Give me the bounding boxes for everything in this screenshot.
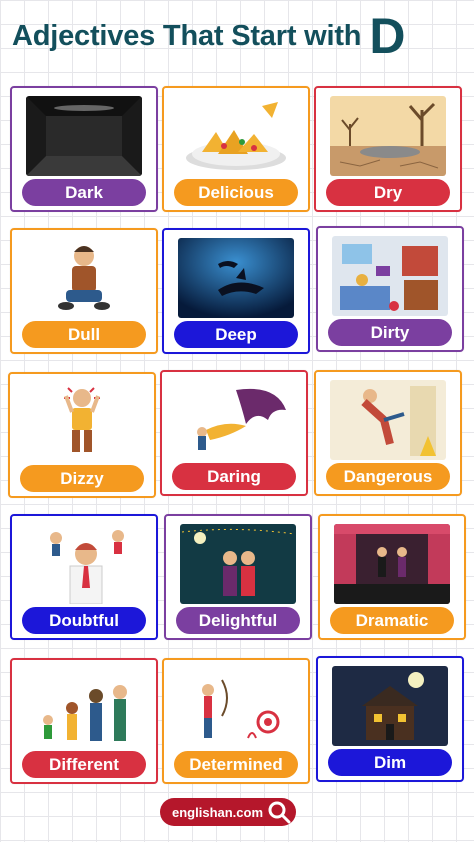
dirty-room-image bbox=[332, 236, 448, 316]
word-card[interactable]: Dim bbox=[316, 656, 464, 782]
word-label: Dark bbox=[22, 179, 146, 206]
word-card[interactable]: Deep bbox=[162, 228, 310, 354]
word-grid: Dark Delicious Dry Dull Deep Dirty Dizzy… bbox=[0, 0, 474, 842]
word-label: Doubtful bbox=[22, 607, 146, 634]
slipping-woman-image bbox=[330, 380, 446, 460]
word-card[interactable]: Daring bbox=[160, 370, 308, 496]
word-label: Dirty bbox=[328, 319, 452, 346]
site-name: englishan.com bbox=[172, 804, 264, 820]
word-card[interactable]: Dull bbox=[10, 228, 158, 354]
deep-sea-image bbox=[178, 238, 294, 318]
word-label: Delightful bbox=[176, 607, 300, 634]
dry-land-image bbox=[330, 96, 446, 176]
word-card[interactable]: Dry bbox=[314, 86, 462, 212]
word-label: Determined bbox=[174, 751, 298, 778]
couple-night-image bbox=[180, 524, 296, 604]
word-label: Dramatic bbox=[330, 607, 454, 634]
word-label: Dizzy bbox=[20, 465, 144, 492]
word-label: Dull bbox=[22, 321, 146, 348]
site-badge[interactable]: englishan.com bbox=[160, 798, 296, 826]
dim-house-image bbox=[332, 666, 448, 746]
word-card[interactable]: Dramatic bbox=[318, 514, 466, 640]
word-label: Daring bbox=[172, 463, 296, 490]
dizzy-man-image bbox=[24, 382, 140, 462]
dull-boy-image bbox=[26, 238, 142, 318]
word-card[interactable]: Different bbox=[10, 658, 158, 784]
word-label: Different bbox=[22, 751, 146, 778]
word-label: Delicious bbox=[174, 179, 298, 206]
nachos-image bbox=[178, 96, 294, 176]
word-label: Dim bbox=[328, 749, 452, 776]
word-card[interactable]: Delightful bbox=[164, 514, 312, 640]
theater-stage-image bbox=[334, 524, 450, 604]
daring-dragon-image bbox=[176, 380, 292, 460]
word-label: Deep bbox=[174, 321, 298, 348]
doubtful-man-image bbox=[26, 524, 142, 604]
different-people-image bbox=[26, 668, 142, 748]
word-card[interactable]: Dark bbox=[10, 86, 158, 212]
word-card[interactable]: Doubtful bbox=[10, 514, 158, 640]
word-card[interactable]: Delicious bbox=[162, 86, 310, 212]
word-card[interactable]: Dangerous bbox=[314, 370, 462, 496]
search-icon bbox=[266, 800, 292, 824]
word-label: Dry bbox=[326, 179, 450, 206]
dark-room-image bbox=[26, 96, 142, 176]
word-label: Dangerous bbox=[326, 463, 450, 490]
archer-image bbox=[178, 668, 294, 748]
word-card[interactable]: Dizzy bbox=[8, 372, 156, 498]
word-card[interactable]: Dirty bbox=[316, 226, 464, 352]
word-card[interactable]: Determined bbox=[162, 658, 310, 784]
